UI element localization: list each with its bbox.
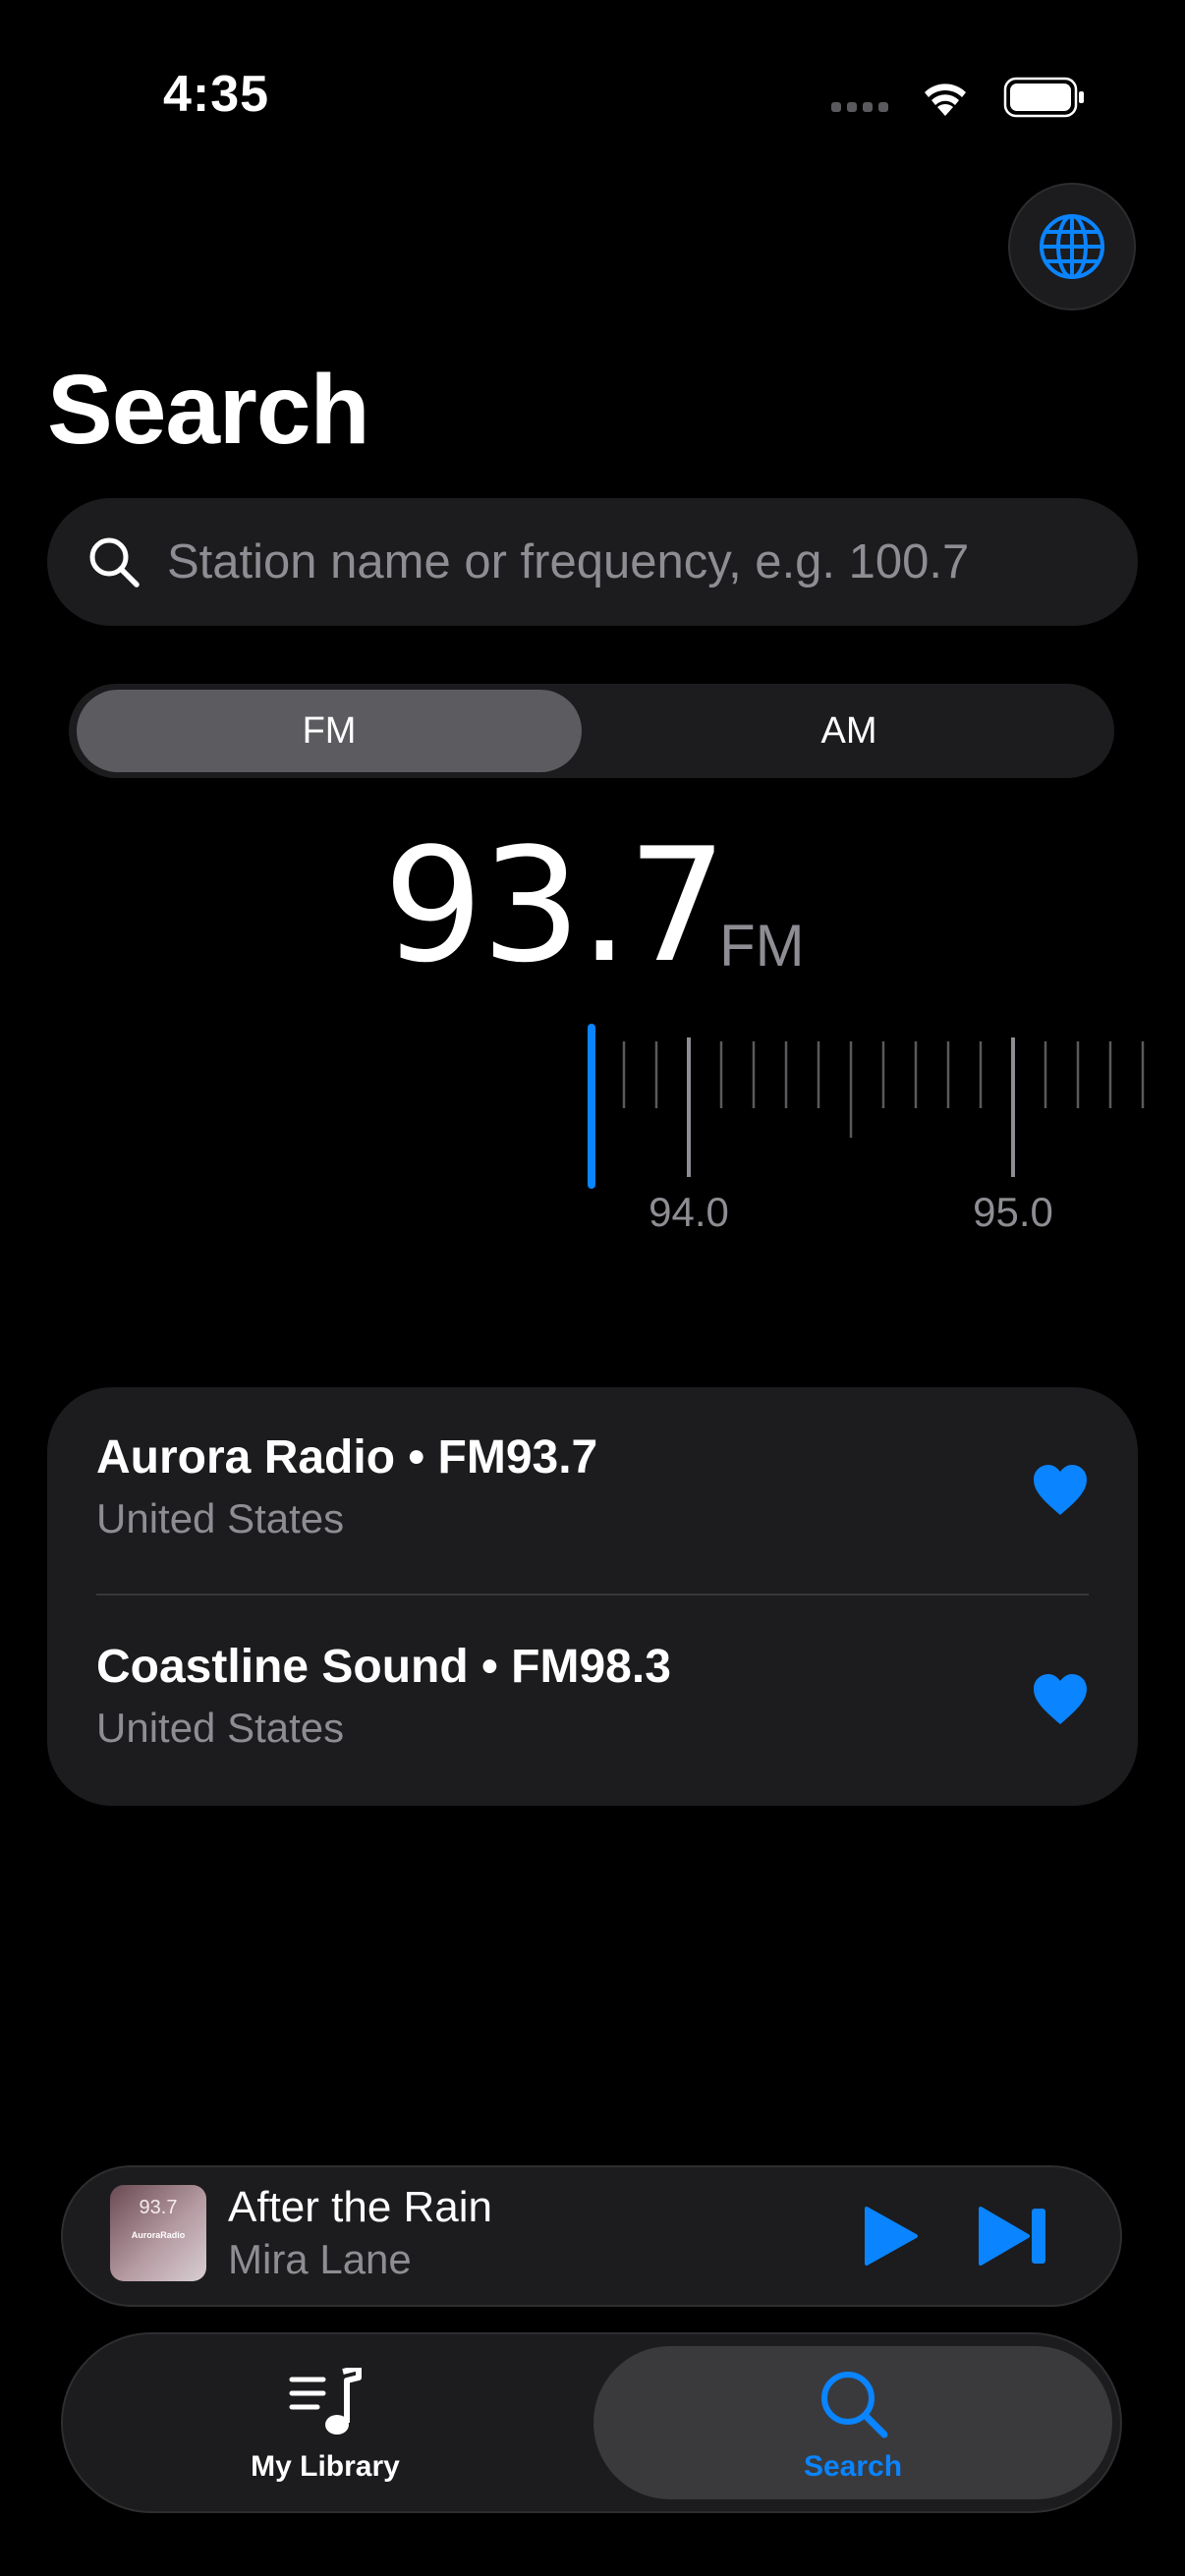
frequency-band: FM [719, 913, 805, 979]
search-field[interactable] [47, 498, 1138, 626]
search-icon [821, 2372, 888, 2438]
tab-bar: My Library Search [61, 2332, 1122, 2513]
segment-fm[interactable]: FM [77, 690, 582, 772]
cellular-signal-icon [831, 102, 888, 112]
status-time: 4:35 [163, 66, 270, 123]
tab-label: My Library [251, 2450, 400, 2483]
frequency-value: 93.7 [383, 813, 727, 997]
favorite-heart-icon[interactable] [1032, 1673, 1089, 1726]
station-list: Aurora Radio • FM93.7 United States Coas… [47, 1387, 1138, 1806]
station-row[interactable]: Coastline Sound • FM98.3 United States [47, 1596, 1138, 1806]
album-artwork: 93.7 AuroraRadio [110, 2185, 206, 2281]
station-title: Coastline Sound • FM98.3 [96, 1641, 671, 1693]
band-segmented-control: FM AM [69, 684, 1114, 778]
station-row[interactable]: Aurora Radio • FM93.7 United States [47, 1387, 1138, 1596]
track-title: After the Rain [228, 2183, 493, 2231]
tab-my-library[interactable]: My Library [75, 2346, 576, 2499]
mini-player[interactable]: 93.7 AuroraRadio After the Rain Mira Lan… [61, 2165, 1122, 2307]
station-country: United States [96, 1495, 345, 1541]
artwork-station: AuroraRadio [131, 2230, 186, 2240]
skip-forward-icon[interactable] [977, 2205, 1049, 2268]
station-title: Aurora Radio • FM93.7 [96, 1431, 598, 1484]
globe-button[interactable] [1008, 183, 1136, 310]
station-country: United States [96, 1705, 345, 1751]
music-library-icon [289, 2368, 362, 2435]
dial-label-95: 95.0 [973, 1189, 1053, 1235]
row-divider [96, 1594, 1089, 1596]
favorite-heart-icon[interactable] [1032, 1464, 1089, 1517]
play-icon[interactable] [857, 2205, 920, 2268]
segment-am[interactable]: AM [593, 690, 1104, 772]
artwork-frequency: 93.7 [139, 2197, 178, 2218]
battery-icon [1003, 77, 1084, 118]
page-title: Search [47, 355, 370, 465]
wifi-icon [925, 84, 966, 116]
search-icon [89, 537, 140, 588]
tab-label: Search [803, 2450, 903, 2483]
tab-search[interactable]: Search [593, 2346, 1112, 2499]
dial-label-94: 94.0 [649, 1189, 729, 1235]
search-input[interactable] [165, 533, 1099, 590]
tuning-dial[interactable]: 94.0 95.0 [0, 1022, 1185, 1248]
track-artist: Mira Lane [228, 2236, 412, 2282]
globe-icon [1040, 214, 1104, 279]
dial-indicator [588, 1024, 595, 1189]
dial-ticks [622, 1037, 1145, 1177]
status-icons [831, 77, 1084, 118]
